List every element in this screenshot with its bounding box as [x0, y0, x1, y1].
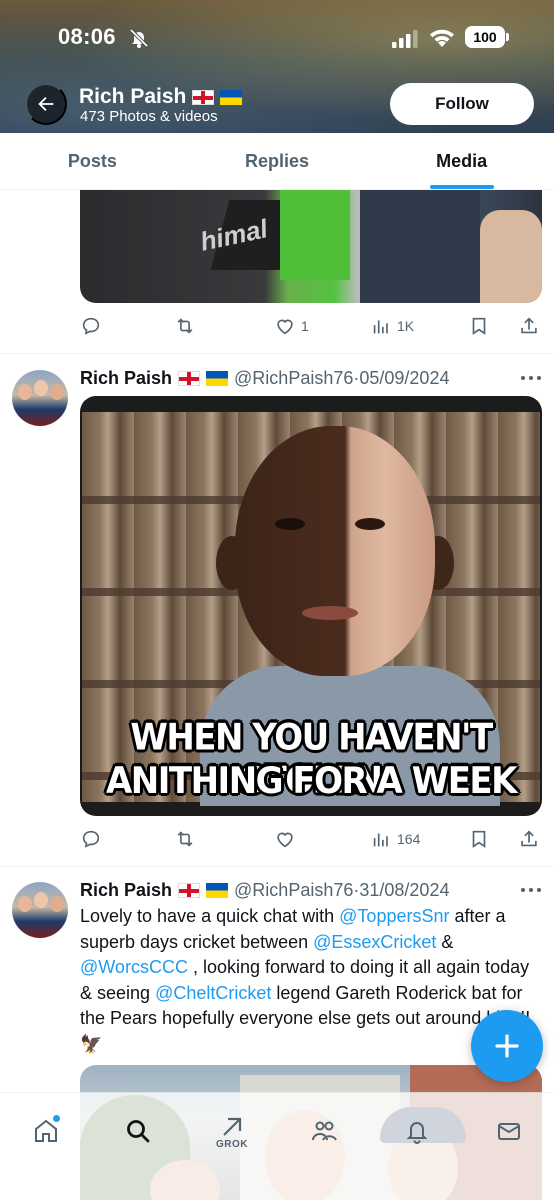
- notifications-icon: [406, 1122, 428, 1144]
- ukraine-flag-icon: [206, 882, 229, 898]
- bookmark-button[interactable]: [468, 314, 490, 338]
- avatar[interactable]: [12, 370, 68, 426]
- nav-notifications[interactable]: [397, 1111, 437, 1151]
- reply-icon: [82, 830, 100, 848]
- like-button[interactable]: 1: [274, 314, 309, 338]
- tab-media[interactable]: Media: [369, 133, 554, 189]
- plus-icon: [495, 1034, 519, 1058]
- profile-name-text: Rich Paish: [79, 85, 187, 108]
- tweet-author-name[interactable]: Rich Paish: [80, 368, 172, 389]
- views-button[interactable]: 164: [370, 827, 420, 851]
- nav-grok[interactable]: GROK: [212, 1111, 252, 1151]
- tweet-media-image[interactable]: himal: [80, 190, 542, 303]
- more-options-icon[interactable]: [520, 887, 542, 893]
- heart-icon: [277, 319, 293, 335]
- mention-link[interactable]: @ToppersSnr: [339, 906, 449, 926]
- tweet-divider: [0, 353, 554, 354]
- nav-communities[interactable]: [304, 1111, 344, 1151]
- reply-button[interactable]: [80, 314, 102, 338]
- mention-link[interactable]: @WorcsCCC: [80, 957, 188, 977]
- views-icon: [373, 833, 388, 847]
- ukraine-flag-icon: [206, 370, 229, 386]
- like-count: 1: [301, 318, 309, 334]
- communities-icon: [312, 1121, 337, 1141]
- more-options-icon[interactable]: [520, 375, 542, 381]
- photo-shape: [280, 190, 350, 280]
- bookmark-icon: [472, 830, 486, 848]
- view-count: 164: [397, 831, 421, 847]
- tweet-media-image[interactable]: WHEN YOU HAVEN'T STOLEN ANITHING FOR A W…: [80, 396, 542, 816]
- ukraine-flag-icon: [220, 89, 243, 105]
- mention-link[interactable]: @CheltCricket: [155, 983, 271, 1003]
- tweet-author-name[interactable]: Rich Paish: [80, 880, 172, 901]
- media-count: 473 Photos & videos: [80, 108, 218, 125]
- nav-messages[interactable]: [489, 1111, 529, 1151]
- reply-button[interactable]: [80, 827, 102, 851]
- meme-caption-line2: ANITHING FOR A WEEK: [105, 759, 518, 803]
- tab-posts[interactable]: Posts: [0, 133, 185, 189]
- retweet-icon: [177, 318, 193, 334]
- photo-shape: [302, 606, 358, 620]
- nav-home[interactable]: [26, 1111, 66, 1151]
- compose-button[interactable]: [471, 1010, 543, 1082]
- heart-icon: [277, 832, 293, 848]
- signal-icon: [392, 30, 418, 48]
- tweet-actions: 1 1K: [80, 314, 542, 338]
- messages-icon: [498, 1123, 520, 1140]
- bottom-navigation: GROK: [0, 1092, 554, 1200]
- profile-name: Rich Paish: [79, 85, 243, 109]
- views-icon: [373, 320, 388, 334]
- battery-indicator: 100: [465, 26, 509, 48]
- search-icon: [127, 1120, 150, 1143]
- share-button[interactable]: [518, 827, 540, 851]
- views-button[interactable]: 1K: [370, 314, 414, 338]
- follow-button[interactable]: Follow: [390, 83, 534, 125]
- photo-shape: [275, 518, 305, 530]
- avatar[interactable]: [12, 882, 68, 938]
- tweet-date: 05/09/2024: [359, 367, 450, 388]
- like-button[interactable]: [274, 827, 296, 851]
- share-icon: [521, 317, 537, 334]
- bookmark-button[interactable]: [468, 827, 490, 851]
- grok-label: GROK: [216, 1138, 248, 1150]
- tweet-actions: 164: [80, 827, 542, 851]
- photo-shape: [355, 518, 385, 530]
- reply-icon: [82, 317, 100, 335]
- retweet-icon: [177, 831, 193, 847]
- notification-dot: [53, 1115, 60, 1122]
- photo-shape: [480, 210, 542, 303]
- tab-replies[interactable]: Replies: [185, 133, 370, 189]
- retweet-button[interactable]: [174, 827, 196, 851]
- tweet-header: Rich Paish @RichPaish76 · 05/09/2024: [80, 366, 449, 390]
- status-time: 08:06: [58, 24, 116, 49]
- retweet-button[interactable]: [174, 314, 196, 338]
- view-count: 1K: [397, 318, 415, 334]
- england-flag-icon: [178, 882, 201, 898]
- status-bar: 08:06 100: [0, 22, 554, 54]
- share-icon: [521, 830, 537, 847]
- nav-search[interactable]: [118, 1111, 158, 1151]
- share-button[interactable]: [518, 314, 540, 338]
- tweet-text-part: Lovely to have a quick chat with: [80, 906, 340, 926]
- england-flag-icon: [178, 370, 201, 386]
- mention-link[interactable]: @EssexCricket: [313, 932, 436, 952]
- profile-tabs: Posts Replies Media: [0, 133, 554, 190]
- tweet-author-handle[interactable]: @RichPaish76: [234, 368, 353, 389]
- bell-slash-icon: [129, 28, 149, 48]
- tweet-text-part: &: [436, 931, 454, 952]
- photo-shape: [360, 190, 480, 303]
- tweet-header: Rich Paish @RichPaish76 · 31/08/2024: [80, 878, 449, 902]
- grok-icon: [223, 1117, 242, 1136]
- bookmark-icon: [472, 317, 486, 335]
- arrow-left-icon: [38, 96, 54, 112]
- tweet-author-handle[interactable]: @RichPaish76: [234, 880, 353, 901]
- photo-shape: [235, 426, 435, 676]
- wifi-icon: [430, 29, 454, 47]
- profile-header: 08:06 100 Rich Paish 473 Photos & videos: [0, 0, 554, 133]
- tweet-date: 31/08/2024: [359, 879, 450, 900]
- back-button[interactable]: [25, 83, 67, 125]
- england-flag-icon: [192, 89, 215, 105]
- tweet-divider: [0, 866, 554, 867]
